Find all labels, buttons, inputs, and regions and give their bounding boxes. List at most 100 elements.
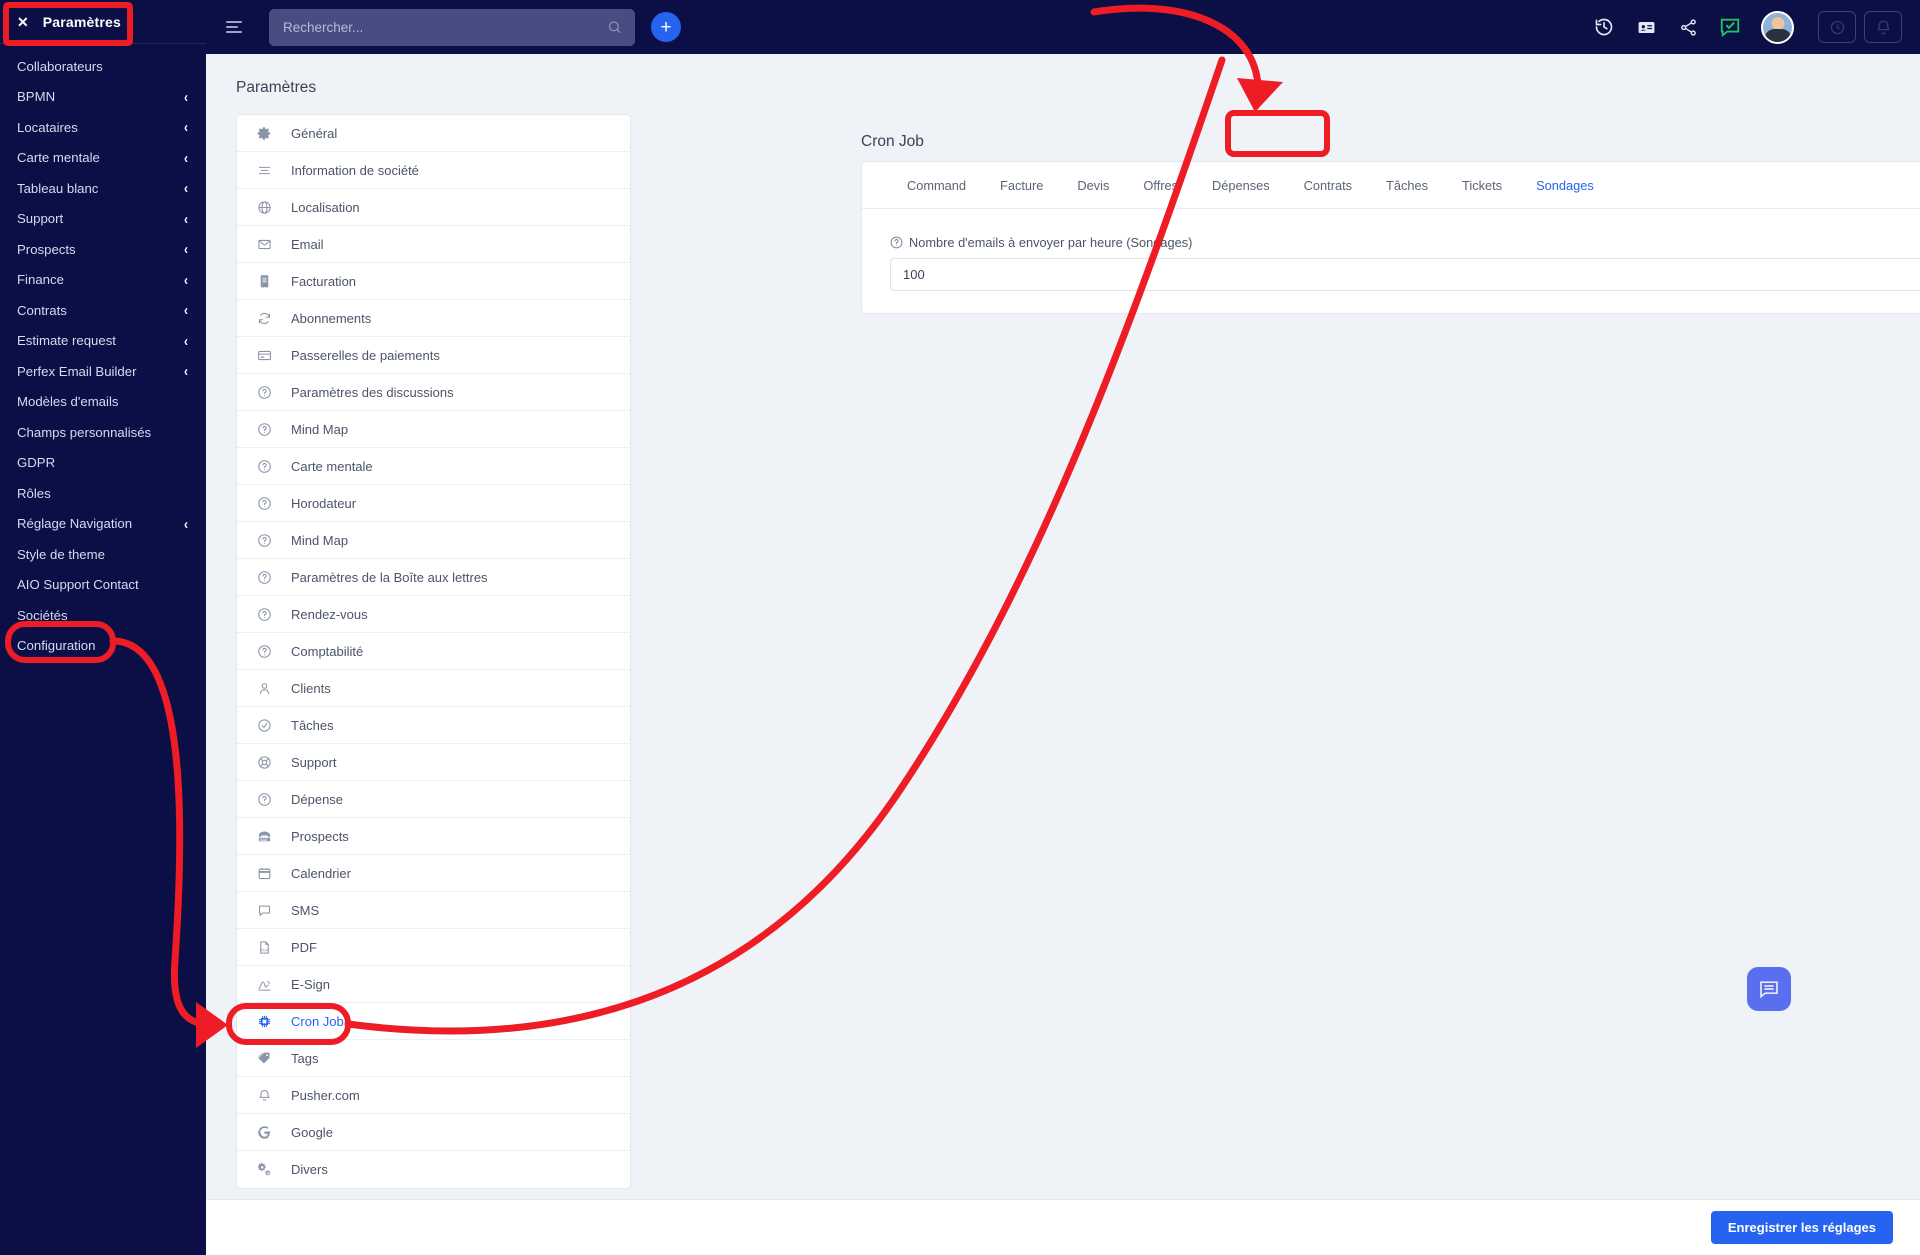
sidebar-item-collaborateurs[interactable]: Collaborateurs [0,51,206,82]
settings-row-t-ches[interactable]: Tâches [237,707,630,744]
settings-row-label: Général [291,125,338,141]
settings-row-label: Email [291,236,324,252]
sidebar-item-r-les[interactable]: Rôles [0,478,206,509]
settings-row-prospects[interactable]: Prospects [237,818,630,855]
settings-row-email[interactable]: Email [237,226,630,263]
tab-facture[interactable]: Facture [983,162,1060,209]
tab-tickets[interactable]: Tickets [1445,162,1519,209]
emails-per-hour-input[interactable] [890,258,1920,291]
sidebar-item-aio-support-contact[interactable]: AIO Support Contact [0,570,206,601]
sidebar-item-carte-mentale[interactable]: Carte mentale ‹ [0,143,206,174]
chevron-left-icon[interactable]: ‹ [184,210,188,228]
chevron-left-icon[interactable]: ‹ [184,149,188,167]
settings-row-information-de-soci-t[interactable]: Information de société [237,152,630,189]
sidebar-item-estimate-request[interactable]: Estimate request ‹ [0,326,206,357]
sidebar-item-bpmn[interactable]: BPMN ‹ [0,82,206,113]
save-settings-button[interactable]: Enregistrer les réglages [1710,1211,1893,1244]
sidebar-item-configuration[interactable]: Configuration [0,631,206,662]
settings-row-e-sign[interactable]: E-Sign [237,966,630,1003]
sidebar-item-style-de-theme[interactable]: Style de theme [0,539,206,570]
google-icon [256,1124,272,1140]
chevron-left-icon[interactable]: ‹ [184,332,188,350]
sidebar-item-label: GDPR [17,455,56,471]
settings-row-d-pense[interactable]: Dépense [237,781,630,818]
settings-row-carte-mentale[interactable]: Carte mentale [237,448,630,485]
sidebar-item-prospects[interactable]: Prospects ‹ [0,234,206,265]
settings-row-param-tres-des-discussions[interactable]: Paramètres des discussions [237,374,630,411]
settings-row-pdf[interactable]: PDF PDF [237,929,630,966]
bell-icon[interactable] [1864,11,1902,43]
settings-row-tags[interactable]: Tags [237,1040,630,1077]
settings-row-cron-job[interactable]: Cron Job [237,1003,630,1040]
chat-check-icon[interactable] [1719,16,1741,38]
history-icon[interactable] [1593,16,1615,38]
chevron-left-icon[interactable]: ‹ [184,119,188,137]
settings-row-label: Tags [291,1050,319,1066]
panel-body: Nombre d'emails à envoyer par heure (Son… [862,209,1920,313]
share-icon[interactable] [1677,16,1699,38]
question-circle-icon [256,606,272,622]
add-new-button[interactable]: + [651,12,681,42]
tab-offres[interactable]: Offres [1126,162,1195,209]
tab-d-penses[interactable]: Dépenses [1195,162,1287,209]
sidebar-item-r-glage-navigation[interactable]: Réglage Navigation ‹ [0,509,206,540]
settings-row-sms[interactable]: SMS [237,892,630,929]
sidebar-item-gdpr[interactable]: GDPR [0,448,206,479]
tab-contrats[interactable]: Contrats [1287,162,1369,209]
settings-row-mind-map[interactable]: Mind Map [237,522,630,559]
hamburger-icon[interactable] [226,18,248,36]
settings-row-rendez-vous[interactable]: Rendez-vous [237,596,630,633]
settings-row-abonnements[interactable]: Abonnements [237,300,630,337]
settings-row-pusher-com[interactable]: Pusher.com [237,1077,630,1114]
settings-row-localisation[interactable]: Localisation [237,189,630,226]
tab-sondages[interactable]: Sondages [1519,162,1611,209]
settings-row-clients[interactable]: Clients [237,670,630,707]
chat-fab-button[interactable] [1747,967,1791,1011]
settings-row-label: Rendez-vous [291,606,368,622]
settings-row-support[interactable]: Support [237,744,630,781]
sidebar-item-tableau-blanc[interactable]: Tableau blanc ‹ [0,173,206,204]
clock-icon[interactable] [1818,11,1856,43]
settings-row-comptabilit[interactable]: Comptabilité [237,633,630,670]
settings-row-passerelles-de-paiements[interactable]: Passerelles de paiements [237,337,630,374]
sidebar-item-soci-t-s[interactable]: Sociétés [0,600,206,631]
sidebar-item-champs-personnalis-s[interactable]: Champs personnalisés [0,417,206,448]
sidebar-item-perfex-email-builder[interactable]: Perfex Email Builder ‹ [0,356,206,387]
settings-row-horodateur[interactable]: Horodateur [237,485,630,522]
question-circle-icon[interactable] [890,236,903,249]
chevron-left-icon[interactable]: ‹ [184,515,188,533]
search-input[interactable] [269,8,635,46]
sidebar-item-mod-les-d-emails[interactable]: Modèles d'emails [0,387,206,418]
settings-row-label: Comptabilité [291,643,364,659]
utility-buttons [1818,11,1902,43]
settings-row-label: E-Sign [291,976,331,992]
settings-row-facturation[interactable]: Facturation [237,263,630,300]
lines-icon [256,162,272,178]
search-box[interactable] [269,8,635,46]
sidebar-item-finance[interactable]: Finance ‹ [0,265,206,296]
settings-row-mind-map[interactable]: Mind Map [237,411,630,448]
tab-devis[interactable]: Devis [1060,162,1126,209]
chevron-left-icon[interactable]: ‹ [184,363,188,381]
chevron-left-icon[interactable]: ‹ [184,180,188,198]
avatar[interactable] [1761,10,1794,44]
chevron-left-icon[interactable]: ‹ [184,271,188,289]
settings-row-label: PDF [291,939,317,955]
tab-command[interactable]: Command [890,162,983,209]
sidebar-item-support[interactable]: Support ‹ [0,204,206,235]
tab-strip: Command Facture Devis Offres Dépenses Contrat… [862,162,1920,209]
chevron-left-icon[interactable]: ‹ [184,241,188,259]
chip-icon [256,1013,272,1029]
tab-t-ches[interactable]: Tâches [1369,162,1445,209]
contact-card-icon[interactable] [1635,16,1657,38]
close-icon[interactable]: ✕ [17,15,29,29]
chevron-left-icon[interactable]: ‹ [184,302,188,320]
chevron-left-icon[interactable]: ‹ [184,88,188,106]
settings-row-divers[interactable]: Divers [237,1151,630,1188]
sidebar-item-locataires[interactable]: Locataires ‹ [0,112,206,143]
settings-row-calendrier[interactable]: Calendrier [237,855,630,892]
sidebar-item-contrats[interactable]: Contrats ‹ [0,295,206,326]
settings-row-g-n-ral[interactable]: Général [237,115,630,152]
settings-row-google[interactable]: Google [237,1114,630,1151]
settings-row-param-tres-de-la-bo-te-aux-lettres[interactable]: Paramètres de la Boîte aux lettres [237,559,630,596]
